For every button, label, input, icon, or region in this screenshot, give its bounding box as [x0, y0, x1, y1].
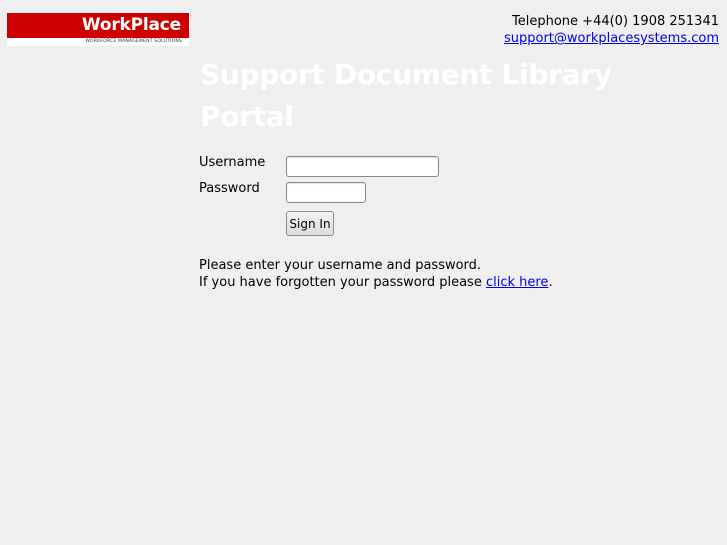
instructions-text: Please enter your username and password.… [199, 257, 553, 291]
contact-info: Telephone +44(0) 1908 251341 support@wor… [504, 13, 719, 47]
support-email-link[interactable]: support@workplacesystems.com [504, 31, 719, 46]
instructions-line-2: If you have forgotten your password plea… [199, 274, 553, 291]
page-title: Support Document Library Portal [200, 58, 612, 133]
workplace-logo: WorkPlace WORKFORCE MANAGEMENT SOLUTIONS [7, 13, 189, 46]
logo-wordmark: WorkPlace [81, 15, 181, 35]
instructions-line-1: Please enter your username and password. [199, 258, 482, 273]
telephone-text: Telephone +44(0) 1908 251341 [512, 14, 719, 29]
forgot-password-text: If you have forgotten your password plea… [199, 275, 486, 290]
username-input[interactable] [286, 156, 439, 177]
sign-in-button[interactable]: Sign In [286, 211, 334, 236]
password-label: Password [199, 181, 260, 196]
username-label: Username [199, 155, 266, 170]
logo-tagline: WORKFORCE MANAGEMENT SOLUTIONS [85, 39, 182, 44]
logo-red-banner: WorkPlace [7, 13, 189, 38]
password-input[interactable] [286, 182, 366, 203]
instructions-period: . [548, 275, 553, 290]
forgot-password-link[interactable]: click here [486, 275, 548, 290]
